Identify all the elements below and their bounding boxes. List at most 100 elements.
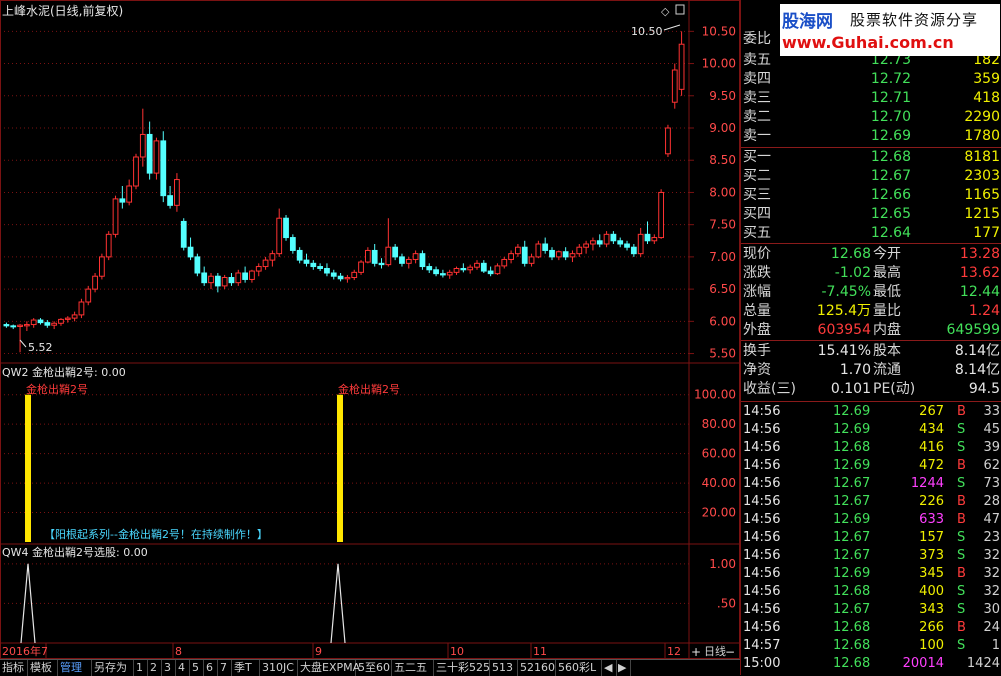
bid-level-row[interactable]: 买二 12.67 2303 [741, 167, 1001, 186]
stat-label: 内盘 [873, 322, 901, 338]
tick-count: 47 [983, 512, 1000, 527]
indicator-tab[interactable]: 513 [490, 660, 518, 676]
ask-level-row[interactable]: 卖四 12.72 359 [741, 70, 1001, 89]
indicator-tab[interactable]: 管理 [58, 660, 92, 676]
indicator-tab[interactable]: 五二五 [392, 660, 434, 676]
tick-price: 12.67 [833, 602, 871, 617]
candle-body [426, 266, 433, 271]
indicator-tab[interactable]: 季T [232, 660, 260, 676]
kline-chart-area[interactable]: 10.5010.009.509.008.508.007.507.006.506.… [0, 0, 740, 660]
candle-body [99, 256, 105, 277]
bid-level-row[interactable]: 买五 12.64 177 [741, 224, 1001, 243]
tick-row: 14:56 12.67 1244 S 73 [741, 475, 1001, 493]
candle-body [310, 262, 317, 268]
price-tick-label: 6.00 [709, 314, 736, 328]
bid-level-row[interactable]: 买四 12.65 1215 [741, 205, 1001, 224]
candle-body [289, 237, 296, 251]
stat-value: 8.14亿 [954, 362, 1000, 378]
indicator-tab[interactable]: 3 [162, 660, 176, 676]
indicator-tab[interactable]: 6 [204, 660, 218, 676]
tick-side: B [957, 566, 966, 581]
indicator-tab[interactable]: 310JC [260, 660, 298, 676]
candle-body [64, 317, 71, 320]
zoom-out-button[interactable]: − [723, 645, 737, 659]
indicator-tab[interactable]: 2 [148, 660, 162, 676]
candle-body [337, 275, 344, 280]
candle-body [542, 243, 549, 251]
tick-count: 32 [983, 584, 1000, 599]
maximize-icon[interactable] [675, 4, 685, 15]
ask-level-row[interactable]: 卖一 12.69 1780 [741, 127, 1001, 146]
indicator-tab[interactable]: 560彩L [556, 660, 602, 676]
signal-bar [25, 394, 31, 542]
candle-body [651, 237, 658, 242]
tick-price: 12.67 [833, 530, 871, 545]
tick-volume: 266 [919, 620, 944, 635]
restore-icon[interactable]: ◇ [661, 5, 670, 18]
candle-body [23, 324, 30, 327]
price-tick-label: 6.50 [709, 282, 736, 296]
bid-level-row[interactable]: 买三 12.66 1165 [741, 186, 1001, 205]
tick-price: 12.68 [833, 440, 871, 455]
candle-body [269, 253, 276, 261]
tick-row: 14:56 12.68 416 S 39 [741, 439, 1001, 457]
indicator-tab[interactable]: 4 [176, 660, 190, 676]
candle-body [678, 43, 685, 90]
ask-level-row[interactable]: 卖二 12.70 2290 [741, 108, 1001, 127]
candle-body [351, 271, 358, 279]
indicator-tab[interactable]: 模板 [28, 660, 58, 676]
tick-time: 14:56 [743, 458, 781, 473]
tick-price: 12.69 [833, 566, 871, 581]
candle-body [446, 271, 453, 276]
tick-price: 12.69 [833, 404, 871, 419]
tick-price: 12.68 [833, 656, 871, 671]
indicator-tab[interactable]: 1 [134, 660, 148, 676]
indicator-tab[interactable]: 另存为 [92, 660, 134, 676]
candle-body [139, 133, 146, 158]
indicator-tab[interactable]: 大盘EXPMA [298, 660, 360, 676]
indicator-tab[interactable]: 52160 [518, 660, 556, 676]
tick-time: 14:56 [743, 548, 781, 563]
candle-body [617, 240, 624, 245]
candle-body [610, 233, 617, 242]
candle-body [562, 251, 569, 258]
indicator-tab[interactable]: 5至60 [356, 660, 392, 676]
indicator-tab[interactable]: 指标 [0, 660, 28, 676]
bid-level-row[interactable]: 买一 12.68 8181 [741, 148, 1001, 167]
candle-body [576, 246, 583, 255]
price-tick-label: 9.00 [709, 121, 736, 135]
tick-count: 24 [983, 620, 1000, 635]
stat-value: 603954 [817, 322, 871, 338]
tick-volume: 267 [919, 404, 944, 419]
stat-label: 最高 [873, 265, 901, 281]
stat-label: 流通 [873, 362, 901, 378]
indicator-tab[interactable]: 7 [218, 660, 232, 676]
tick-volume: 633 [919, 512, 944, 527]
signal-label: 金枪出鞘2号 [338, 382, 400, 396]
tab-scroll-left-icon[interactable]: ◀ [602, 660, 617, 676]
candle-body [624, 243, 630, 248]
stat-label: 外盘 [743, 322, 771, 338]
tick-row: 14:57 12.68 100 S 1 [741, 637, 1001, 655]
candle-body [358, 261, 364, 273]
indicator-2-title: QW4 金枪出鞘2号选股: 0.00 [2, 545, 148, 559]
candle-body [153, 140, 160, 174]
date-label: 8 [175, 645, 182, 658]
stat-label: 净资 [743, 362, 771, 378]
tick-time: 14:56 [743, 584, 781, 599]
indicator-tab[interactable]: 三十彩525 [434, 660, 490, 676]
tick-count: 1 [991, 638, 1000, 653]
ind1-tick-label: 60.00 [702, 447, 736, 461]
candle-body [644, 233, 651, 242]
row-price: 12.64 [870, 225, 911, 241]
high-price-label: 10.50 [631, 25, 663, 38]
signal-peak [330, 563, 346, 644]
zoom-in-button[interactable]: + [689, 645, 703, 659]
candle-body [630, 246, 637, 255]
tab-scroll-right-icon[interactable]: ▶ [616, 660, 631, 676]
ask-level-row[interactable]: 卖三 12.71 418 [741, 89, 1001, 108]
tick-volume: 226 [919, 494, 944, 509]
candle-body [58, 318, 64, 324]
indicator-tab[interactable]: 5 [190, 660, 204, 676]
stat-value: 13.62 [959, 265, 1000, 281]
